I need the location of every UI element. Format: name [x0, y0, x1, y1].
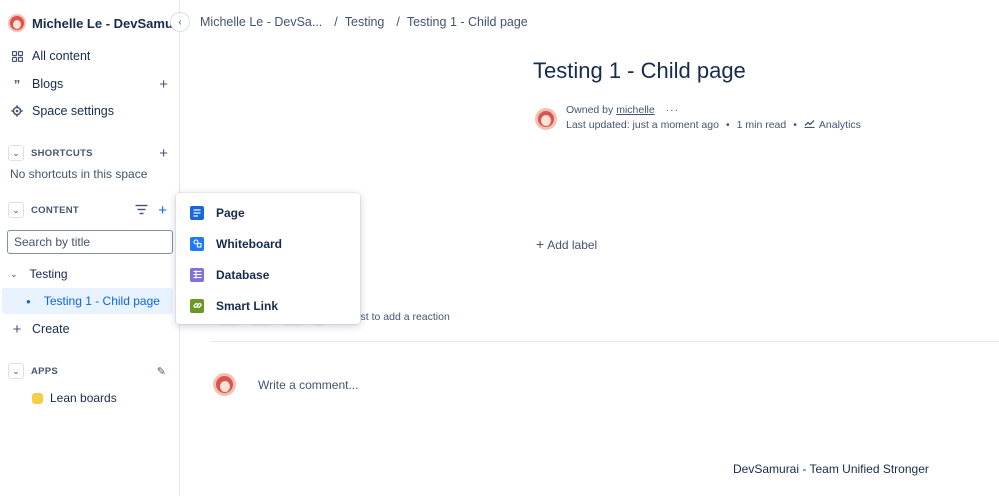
chevron-down-icon[interactable]: ⌄ [10, 269, 18, 280]
sidebar-item-label: All content [32, 49, 91, 63]
smart-link-icon [190, 298, 204, 313]
menu-item-smart-link[interactable]: Smart Link [176, 290, 360, 321]
sidebar-item-all-content[interactable]: All content [0, 43, 180, 69]
read-time-text: 1 min read [736, 119, 787, 131]
sidebar-create-button[interactable]: + Create [0, 316, 180, 342]
tree-item-testing-1-child-page[interactable]: ● Testing 1 - Child page [2, 288, 173, 314]
add-label-button[interactable]: + Add label [536, 236, 597, 252]
filter-icon[interactable] [135, 202, 148, 219]
space-avatar [8, 14, 26, 32]
search-by-title-field[interactable] [7, 230, 173, 254]
sidebar-item-label: Space settings [32, 104, 114, 118]
add-blog-icon[interactable]: + [159, 76, 168, 93]
collapse-sidebar-button[interactable]: ‹ [170, 12, 190, 32]
sidebar-item-space-settings[interactable]: Space settings [0, 98, 180, 124]
tree-item-label: Testing 1 - Child page [43, 294, 160, 308]
add-label-text: Add label [547, 238, 598, 252]
menu-item-database[interactable]: Database [176, 259, 360, 290]
menu-item-whiteboard[interactable]: Whiteboard [176, 228, 360, 259]
breadcrumb-separator: / [396, 15, 400, 29]
edit-pencil-icon[interactable]: ✎ [157, 365, 166, 378]
create-label: Create [32, 322, 70, 336]
owner-link[interactable]: michelle [616, 104, 655, 116]
owned-by-line: Owned by michelle ··· [566, 104, 679, 116]
sidebar-item-label: Blogs [32, 77, 64, 91]
grid-icon [10, 49, 24, 63]
footer-text: DevSamurai - Team Unified Stronger [733, 462, 929, 476]
owner-avatar[interactable] [535, 108, 557, 130]
shortcuts-empty-text: No shortcuts in this space [10, 167, 148, 181]
analytics-link[interactable]: Analytics [819, 119, 861, 131]
more-actions-icon[interactable]: ··· [666, 104, 680, 116]
space-title: Michelle Le - DevSamurai [32, 15, 189, 31]
app-label: Lean boards [50, 391, 117, 405]
create-content-menu: Page Whiteboard Database Smart Link [176, 193, 360, 324]
menu-item-page[interactable]: Page [176, 197, 360, 228]
analytics-icon[interactable] [804, 119, 815, 131]
plus-icon: + [12, 320, 22, 338]
content-label: CONTENT [31, 204, 80, 216]
breadcrumb-space[interactable]: Michelle Le - DevSa... [200, 15, 322, 29]
breadcrumb-separator: / [334, 15, 338, 29]
shortcuts-section-header[interactable]: ⌄ SHORTCUTS + [0, 142, 180, 164]
breadcrumb: Michelle Le - DevSa... / Testing / Testi… [200, 15, 528, 29]
last-updated-text: Last updated: just a moment ago [566, 119, 719, 131]
breadcrumb-current-page[interactable]: Testing 1 - Child page [407, 15, 528, 29]
content-section-header[interactable]: ⌄ CONTENT + [0, 199, 180, 221]
space-header[interactable]: Michelle Le - DevSamurai [8, 12, 189, 34]
page-meta: Last updated: just a moment ago • 1 min … [566, 119, 861, 131]
gear-icon [10, 104, 24, 118]
whiteboard-icon [190, 236, 204, 251]
lean-boards-icon [32, 392, 43, 404]
apps-section-header[interactable]: ⌄ APPS ✎ [0, 360, 180, 382]
menu-item-label: Whiteboard [216, 236, 282, 251]
database-icon [190, 267, 204, 282]
search-input[interactable] [14, 235, 144, 249]
chevron-down-icon[interactable]: ⌄ [8, 363, 24, 379]
page-icon [190, 205, 204, 220]
owned-by-prefix: Owned by [566, 104, 614, 116]
separator-dot: • [725, 119, 730, 131]
tree-item-testing[interactable]: ⌄ Testing [0, 261, 180, 287]
plus-icon: + [536, 236, 545, 252]
comments-divider [210, 341, 999, 342]
shortcuts-label: SHORTCUTS [31, 147, 93, 159]
chevron-left-icon: ‹ [178, 16, 182, 28]
quote-icon: ” [13, 76, 21, 92]
sidebar-app-lean-boards[interactable]: Lean boards [0, 385, 180, 411]
add-content-icon[interactable]: + [158, 202, 167, 219]
menu-item-label: Page [216, 205, 245, 220]
chevron-down-icon[interactable]: ⌄ [8, 202, 24, 218]
comment-avatar [213, 373, 236, 396]
sidebar: Michelle Le - DevSamurai All content ” B… [0, 0, 189, 496]
bullet-icon: ● [26, 296, 31, 306]
comment-input[interactable]: Write a comment... [258, 378, 358, 392]
breadcrumb-testing[interactable]: Testing [345, 15, 385, 29]
chevron-down-icon[interactable]: ⌄ [8, 145, 24, 161]
menu-item-label: Database [216, 267, 270, 282]
sidebar-item-blogs[interactable]: ” Blogs + [0, 71, 180, 97]
apps-label: APPS [31, 365, 59, 377]
add-shortcut-icon[interactable]: + [159, 145, 168, 162]
page-title: Testing 1 - Child page [533, 58, 746, 83]
tree-item-label: Testing [29, 267, 68, 281]
menu-item-label: Smart Link [216, 298, 279, 313]
separator-dot: • [793, 119, 797, 131]
